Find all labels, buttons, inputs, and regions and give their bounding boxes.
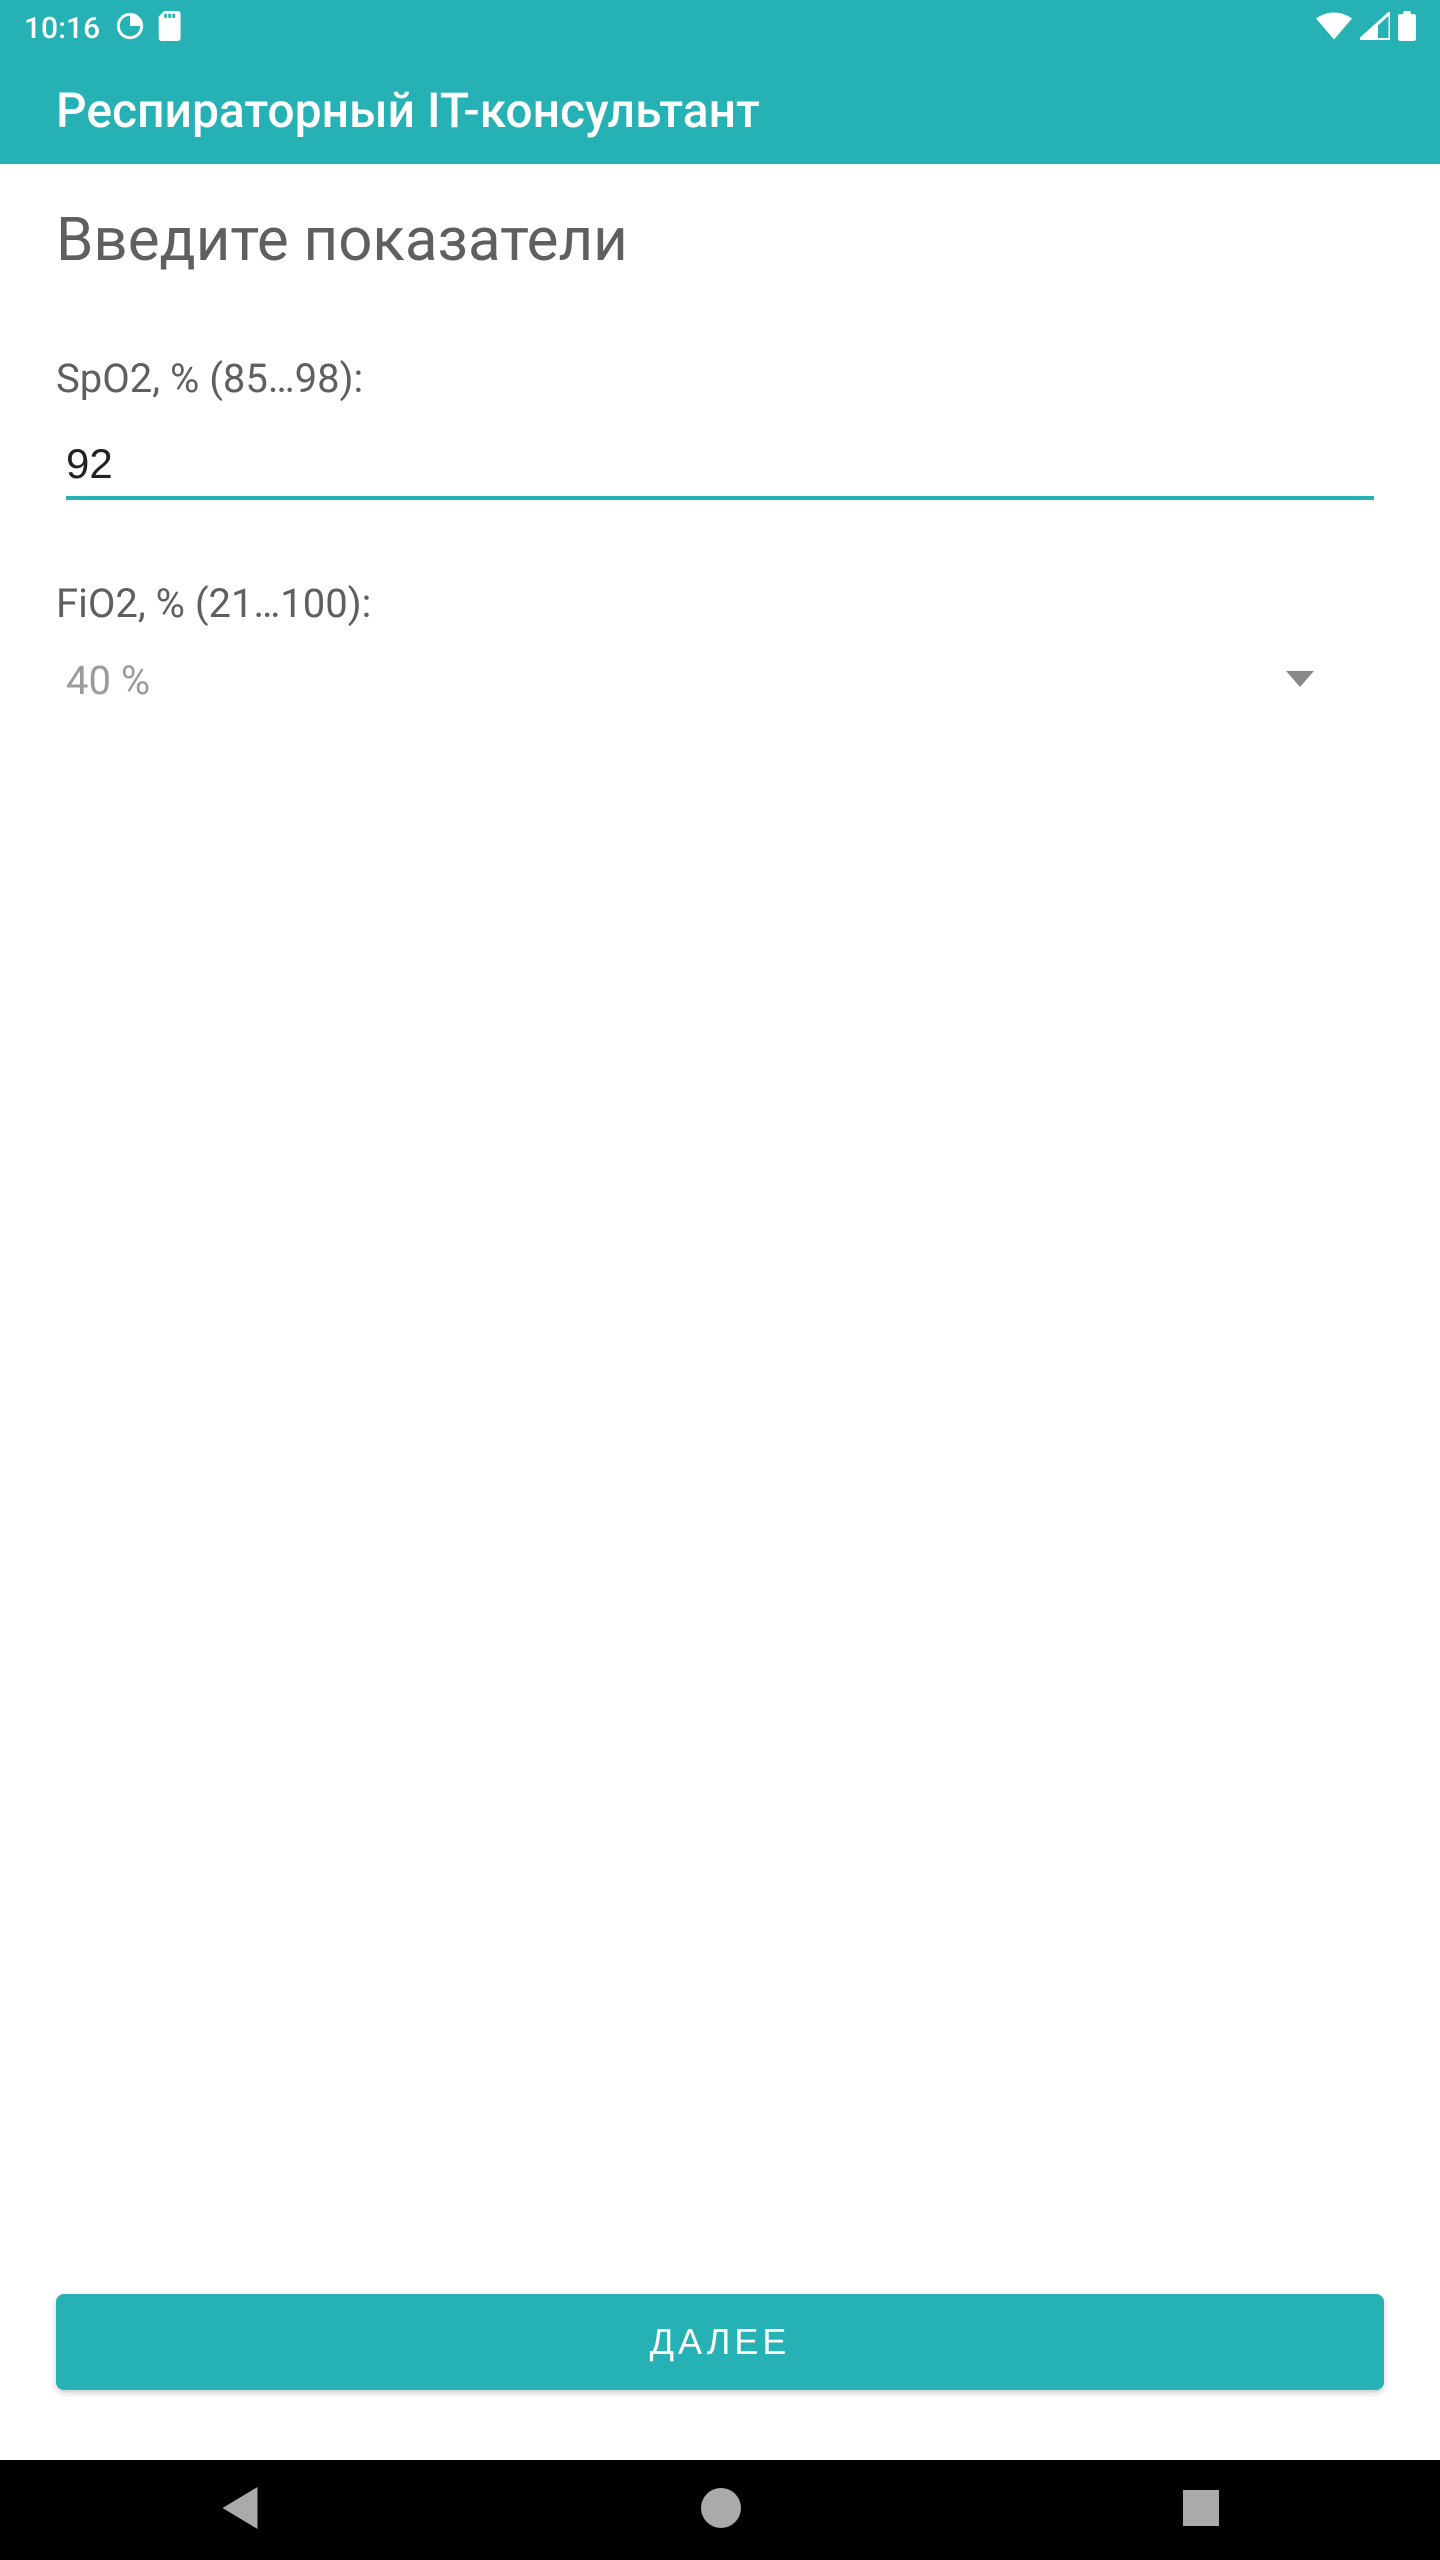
- nav-recent-icon[interactable]: [1183, 2490, 1219, 2530]
- signal-icon: [1360, 12, 1390, 44]
- status-bar: 10:16: [0, 0, 1440, 56]
- nav-home-icon[interactable]: [701, 2488, 741, 2532]
- fio2-field-section: FiO2, % (21…100): 40 %: [56, 580, 1384, 704]
- content-spacer: [56, 784, 1384, 2294]
- app-title: Респираторный IT-консультант: [56, 82, 760, 139]
- status-time: 10:16: [24, 11, 100, 46]
- fio2-dropdown[interactable]: 40 %: [66, 657, 1314, 704]
- spo2-input-wrapper: [66, 432, 1374, 500]
- content-area: Введите показатели SpO2, % (85…98): FiO2…: [0, 164, 1440, 2460]
- navigation-bar: [0, 2460, 1440, 2560]
- sd-card-icon: [158, 11, 184, 45]
- status-right: [1316, 11, 1416, 45]
- next-button[interactable]: ДАЛЕЕ: [56, 2294, 1384, 2390]
- battery-icon: [1398, 11, 1416, 45]
- chevron-down-icon: [1286, 671, 1314, 691]
- status-left: 10:16: [24, 11, 184, 46]
- spo2-label: SpO2, % (85…98):: [56, 355, 1384, 402]
- app-bar: Респираторный IT-консультант: [0, 56, 1440, 164]
- fio2-selected-value: 40 %: [66, 657, 150, 704]
- nav-back-icon[interactable]: [221, 2487, 259, 2533]
- fio2-label: FiO2, % (21…100):: [56, 580, 1384, 627]
- page-heading: Введите показатели: [56, 204, 1384, 275]
- data-saver-icon: [116, 12, 144, 44]
- status-icons-left: [116, 11, 184, 45]
- spo2-input[interactable]: [66, 432, 1374, 500]
- spo2-field-section: SpO2, % (85…98):: [56, 355, 1384, 500]
- wifi-icon: [1316, 12, 1352, 44]
